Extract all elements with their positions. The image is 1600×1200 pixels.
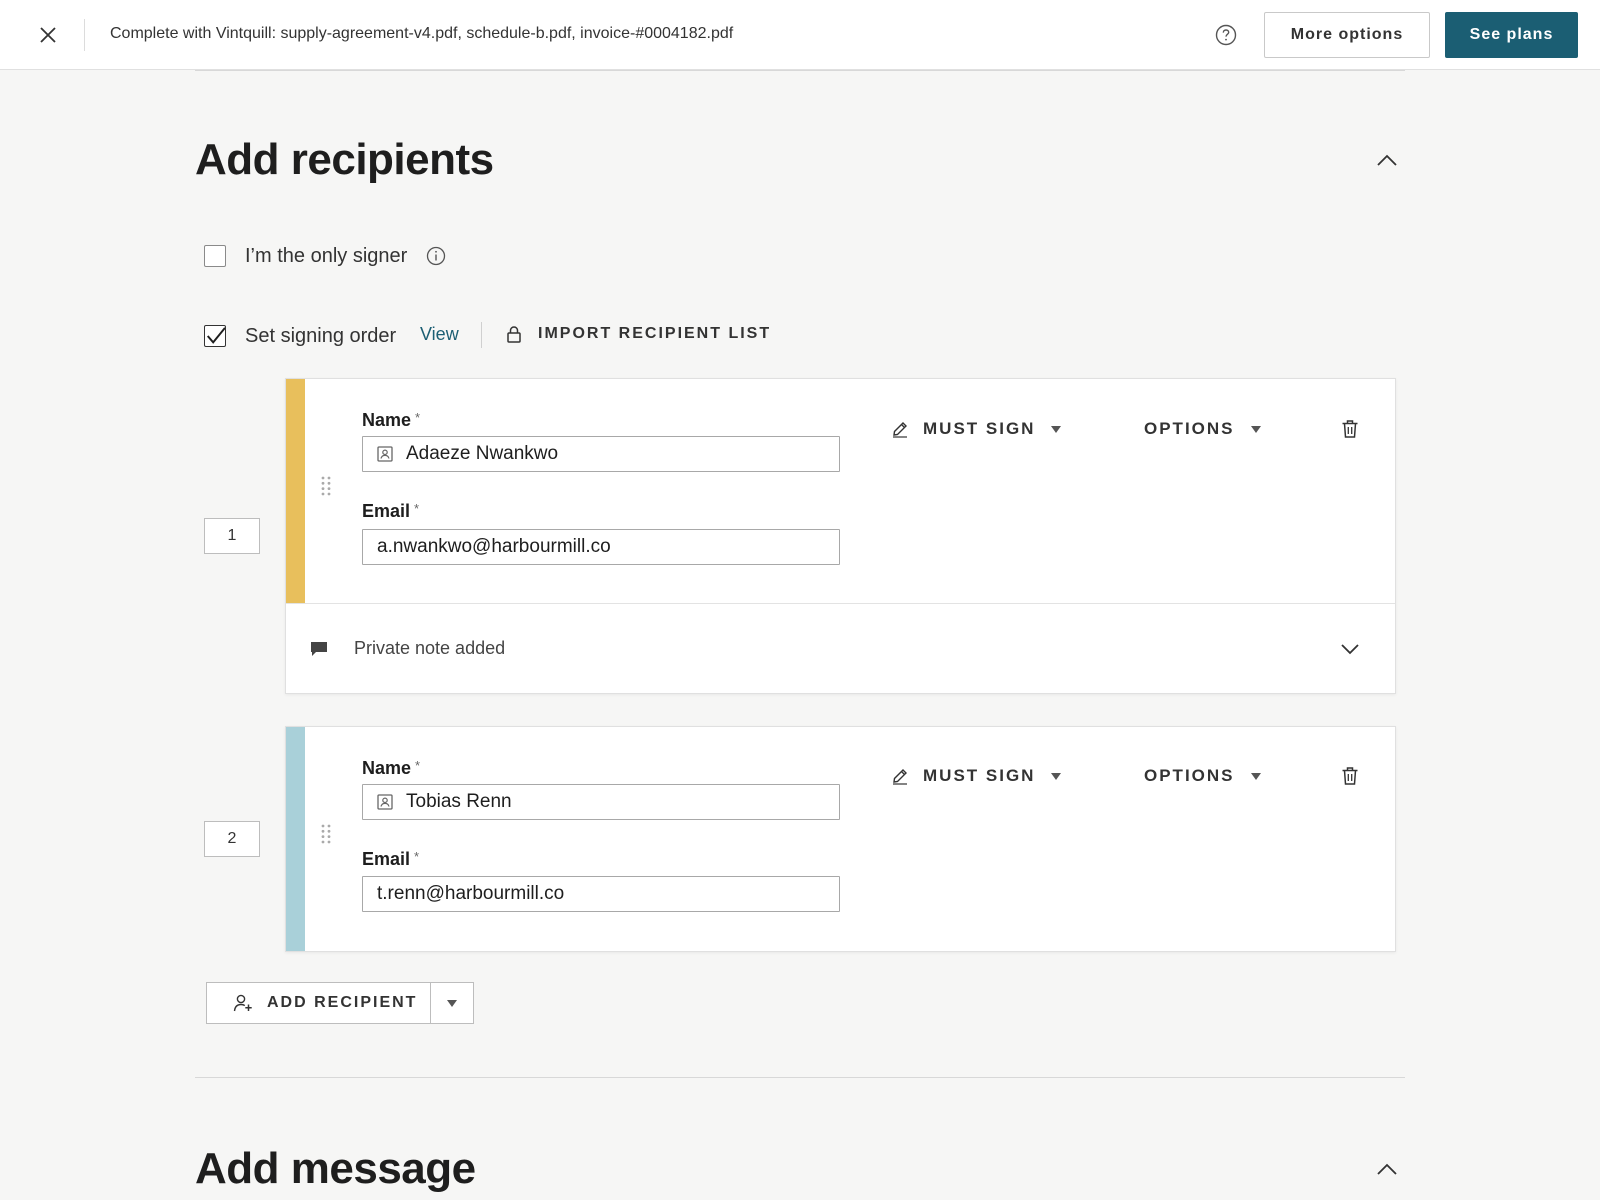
- chevron-up-icon: [1377, 1163, 1397, 1175]
- signing-order-checkbox[interactable]: [204, 325, 226, 347]
- recipient-email-input[interactable]: [362, 529, 840, 565]
- options-dropdown[interactable]: OPTIONS: [1144, 764, 1261, 788]
- private-note-text: Private note added: [354, 638, 506, 658]
- checkmark-icon: [206, 327, 225, 344]
- role-dropdown[interactable]: MUST SIGN: [891, 764, 1062, 788]
- top-divider: [195, 70, 1405, 71]
- chevron-up-icon: [1377, 154, 1397, 166]
- caret-down-icon: [1250, 772, 1261, 780]
- top-bar: Complete with Vintquill: supply-agreemen…: [0, 0, 1600, 70]
- only-signer-info-button[interactable]: [425, 245, 447, 267]
- drag-handle[interactable]: [320, 823, 332, 845]
- recipient-email-input[interactable]: [362, 876, 840, 912]
- import-recipient-list-button[interactable]: IMPORT RECIPIENT LIST: [506, 322, 771, 346]
- caret-down-icon: [447, 999, 457, 1007]
- email-field-label: Email *: [362, 501, 420, 521]
- add-recipient-dropdown-button[interactable]: [431, 983, 473, 1023]
- toolbar-divider: [481, 322, 482, 348]
- trash-icon: [1342, 767, 1358, 785]
- recipient-name-input[interactable]: [362, 436, 840, 472]
- close-icon: [40, 27, 56, 43]
- see-plans-button[interactable]: See plans: [1445, 12, 1578, 58]
- more-options-button[interactable]: More options: [1264, 12, 1430, 58]
- caret-down-icon: [1051, 425, 1062, 433]
- trash-icon: [1342, 420, 1358, 438]
- close-button[interactable]: [30, 20, 66, 50]
- only-signer-checkbox[interactable]: [204, 245, 226, 267]
- only-signer-label: I’m the only signer: [245, 245, 408, 267]
- drag-handle-icon: [321, 476, 331, 496]
- role-dropdown[interactable]: MUST SIGN: [891, 417, 1062, 441]
- add-recipient-split-button: ADD RECIPIENT: [206, 982, 474, 1024]
- options-label: OPTIONS: [1144, 419, 1235, 438]
- add-recipient-label: ADD RECIPIENT: [267, 994, 418, 1011]
- recipient-card: Name* Email* MUST SIGN OPTIONS Private n…: [285, 378, 1396, 694]
- name-field-label: Name *: [362, 410, 421, 430]
- view-signing-order-link[interactable]: View: [420, 324, 459, 345]
- recipient-color-stripe: [286, 379, 305, 603]
- collapse-message-button[interactable]: [1372, 1154, 1402, 1184]
- recipient-card: Name* Email* MUST SIGN OPTIONS: [285, 726, 1396, 952]
- options-label: OPTIONS: [1144, 766, 1235, 785]
- topbar-divider: [84, 19, 85, 51]
- email-field-label: Email *: [362, 849, 420, 869]
- comment-icon: [311, 642, 327, 656]
- lock-icon: [507, 326, 521, 343]
- drag-handle-icon: [321, 824, 331, 844]
- pen-icon: [893, 422, 907, 438]
- add-recipients-title: Add recipients: [195, 135, 494, 184]
- add-message-title: Add message: [195, 1144, 476, 1193]
- recipient-color-stripe: [286, 727, 305, 951]
- chevron-down-icon: [1341, 644, 1359, 655]
- role-label: MUST SIGN: [923, 419, 1036, 438]
- options-dropdown[interactable]: OPTIONS: [1144, 417, 1261, 441]
- caret-down-icon: [1250, 425, 1261, 433]
- delete-recipient-button[interactable]: [1338, 417, 1362, 441]
- private-note-row[interactable]: Private note added: [286, 603, 1395, 693]
- info-icon: [426, 246, 446, 266]
- recipient-2-order-input[interactable]: 2: [204, 821, 260, 857]
- drag-handle[interactable]: [320, 475, 332, 497]
- help-icon: [1215, 24, 1237, 46]
- document-title: Complete with Vintquill: supply-agreemen…: [110, 25, 734, 42]
- import-recipient-list-label: IMPORT RECIPIENT LIST: [538, 325, 772, 342]
- add-user-icon: [233, 994, 252, 1012]
- expand-note-button[interactable]: [1338, 637, 1362, 661]
- caret-down-icon: [1051, 772, 1062, 780]
- role-label: MUST SIGN: [923, 766, 1036, 785]
- name-field-label: Name *: [362, 758, 421, 778]
- signing-order-label: Set signing order: [245, 325, 397, 347]
- collapse-recipients-button[interactable]: [1372, 145, 1402, 175]
- add-recipient-button[interactable]: ADD RECIPIENT: [207, 983, 431, 1023]
- pen-icon: [893, 769, 907, 785]
- delete-recipient-button[interactable]: [1338, 764, 1362, 788]
- recipient-name-input[interactable]: [362, 784, 840, 820]
- help-button[interactable]: [1214, 23, 1238, 47]
- section-divider: [195, 1077, 1405, 1078]
- recipient-1-order-input[interactable]: 1: [204, 518, 260, 554]
